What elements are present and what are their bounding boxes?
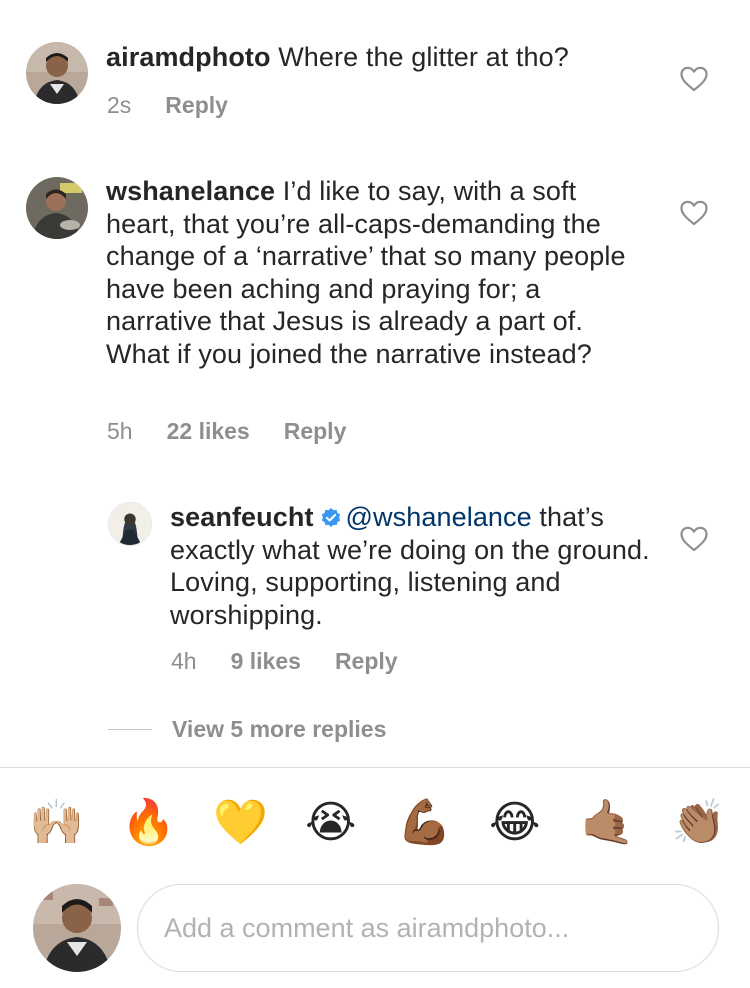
- reply-meta: 4h 9 likes Reply: [171, 648, 398, 675]
- likes-count[interactable]: 22 likes: [167, 418, 250, 445]
- comment-meta: 5h 22 likes Reply: [107, 418, 346, 445]
- emoji-quick-bar: 🙌🏼 🔥 💛 😭 💪🏾 😂 🤙🏽 👏🏽: [0, 796, 750, 852]
- comments-screen: airamdphoto Where the glitter at tho? 2s…: [0, 0, 750, 988]
- profile-photo-icon: [26, 177, 88, 239]
- verified-badge-icon: [321, 508, 340, 527]
- comment-username[interactable]: wshanelance: [106, 176, 275, 206]
- profile-photo-icon: [26, 42, 88, 104]
- comment-input[interactable]: [164, 907, 694, 949]
- view-more-replies-button[interactable]: View 5 more replies: [108, 716, 386, 743]
- avatar[interactable]: [108, 502, 152, 546]
- composer-avatar[interactable]: [33, 884, 121, 972]
- like-heart-icon[interactable]: [680, 526, 708, 552]
- emoji-crying-face[interactable]: 😭: [305, 796, 356, 850]
- emoji-fire[interactable]: 🔥: [121, 796, 176, 850]
- reply-time: 4h: [171, 648, 197, 674]
- like-heart-icon[interactable]: [680, 66, 708, 92]
- comment-time: 2s: [107, 92, 132, 118]
- divider: [0, 767, 750, 768]
- comment-time: 5h: [107, 418, 133, 444]
- comment-body: airamdphoto Where the glitter at tho?: [106, 41, 666, 74]
- comment-body: wshanelance I’d like to say, with a soft…: [106, 175, 646, 370]
- comment-meta: 2s Reply: [107, 92, 228, 119]
- view-more-replies-label: View 5 more replies: [172, 716, 387, 742]
- emoji-call-me-hand[interactable]: 🤙🏽: [580, 796, 635, 850]
- avatar[interactable]: [26, 42, 88, 104]
- profile-photo-icon: [109, 503, 151, 545]
- emoji-raised-hands[interactable]: 🙌🏼: [29, 796, 84, 850]
- reply-button[interactable]: Reply: [335, 648, 398, 675]
- emoji-yellow-heart[interactable]: 💛: [213, 796, 268, 850]
- mention-link[interactable]: @wshanelance: [346, 502, 532, 532]
- avatar[interactable]: [26, 177, 88, 239]
- comment-username[interactable]: airamdphoto: [106, 42, 271, 72]
- like-heart-icon[interactable]: [680, 200, 708, 226]
- emoji-flexed-biceps[interactable]: 💪🏾: [397, 796, 452, 850]
- divider-line: [108, 729, 152, 730]
- reply-username[interactable]: seanfeucht: [170, 502, 314, 532]
- comment-text: Where the glitter at tho?: [278, 42, 569, 72]
- likes-count[interactable]: 9 likes: [231, 648, 301, 675]
- emoji-tears-of-joy[interactable]: 😂: [489, 796, 540, 850]
- profile-photo-icon: [33, 884, 121, 972]
- reply-body: seanfeucht @wshanelance that’s exactly w…: [170, 501, 650, 631]
- reply-button[interactable]: Reply: [165, 92, 228, 119]
- emoji-clapping-hands[interactable]: 👏🏽: [671, 796, 726, 850]
- reply-button[interactable]: Reply: [284, 418, 347, 445]
- comment-composer: [137, 884, 719, 972]
